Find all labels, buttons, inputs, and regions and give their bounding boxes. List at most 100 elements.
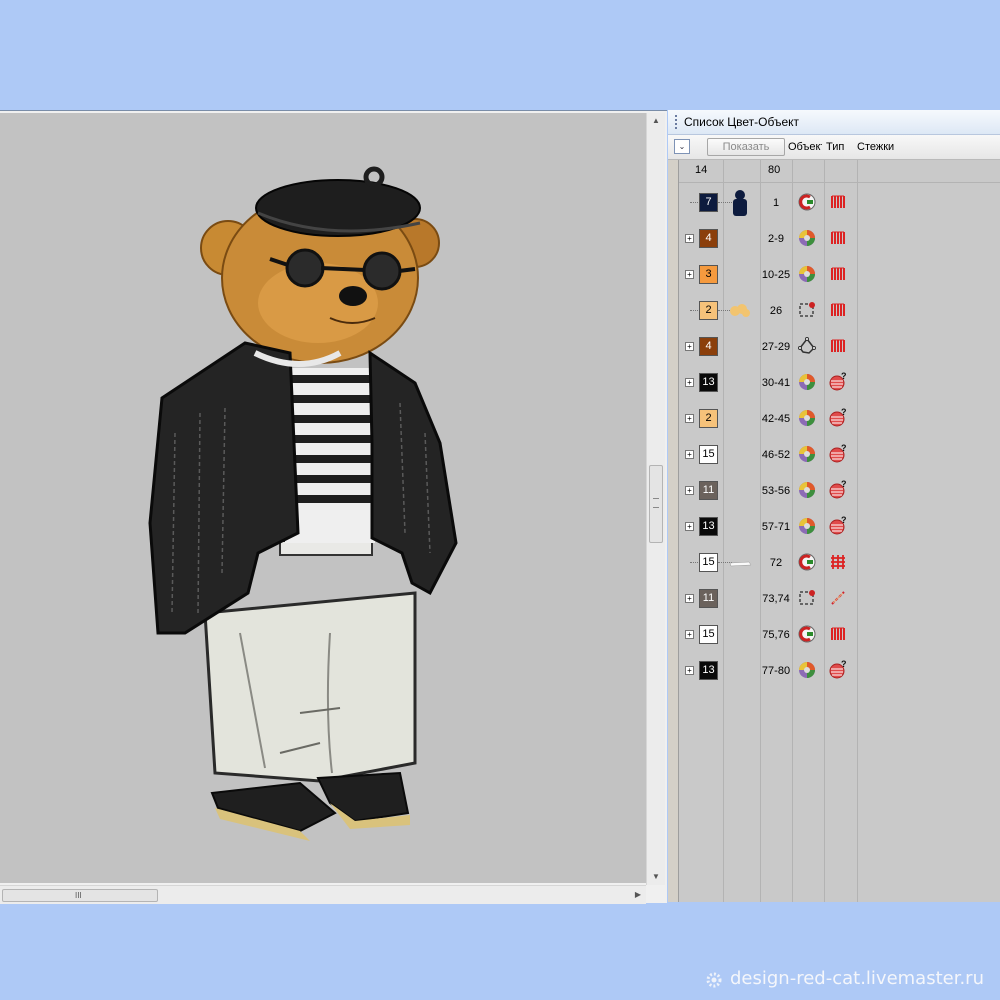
color-swatch[interactable]: 11 [699,481,718,500]
satin-icon[interactable] [828,624,848,644]
mixed-fill-icon[interactable]: ? [828,516,848,536]
color-wheel-icon[interactable] [797,408,817,428]
color-wheel-icon[interactable] [797,372,817,392]
design-canvas[interactable] [0,113,646,883]
panel-toolbar: ⌄ Показать Объект Тип Стежки [668,135,1000,160]
square-stitch-icon[interactable] [797,588,817,608]
satin-icon[interactable] [828,336,848,356]
satin-icon[interactable] [828,264,848,284]
expand-icon[interactable]: + [685,522,694,531]
color-row[interactable]: +4 2-9 [679,221,1000,257]
expand-icon[interactable]: + [685,414,694,423]
color-object-list[interactable]: 14 80 7 1 +4 2-9 +3 10-25 2 26 +4 27-29 +13 30-41? +… [678,160,1000,902]
color-row[interactable]: 71 [679,185,1000,221]
color-row[interactable]: +13 57-71? [679,509,1000,545]
color-row[interactable]: +13 30-41? [679,365,1000,401]
mixed-fill-icon[interactable]: ? [828,372,848,392]
canvas-horizontal-scrollbar[interactable]: III ▶ [0,885,646,904]
color-swatch[interactable]: 2 [699,301,718,320]
mixed-fill-icon[interactable]: ? [828,660,848,680]
satin-icon[interactable] [828,192,848,212]
object-range: 42-45 [761,413,791,425]
color-swatch[interactable]: 4 [699,229,718,248]
square-stitch-icon[interactable] [797,300,817,320]
show-button[interactable]: Показать [707,138,785,156]
satin-icon[interactable] [828,300,848,320]
color-swatch[interactable]: 3 [699,265,718,284]
color-wheel-icon[interactable] [797,660,817,680]
gear-flower-icon [706,972,722,988]
color-row[interactable]: +3 10-25 [679,257,1000,293]
drag-grip-icon[interactable] [675,115,679,129]
scroll-right-arrow-icon[interactable]: ▶ [630,886,646,904]
expand-icon[interactable]: + [685,270,694,279]
mixed-fill-icon[interactable]: ? [828,444,848,464]
object-range: 46-52 [761,449,791,461]
canvas-vertical-scrollbar[interactable]: ▲ ▼ [646,113,665,885]
total-objects-count: 80 [768,164,781,176]
color-wheel-icon[interactable] [797,516,817,536]
expand-icon[interactable]: + [685,234,694,243]
satin-icon[interactable] [828,228,848,248]
mixed-fill-icon[interactable]: ? [828,408,848,428]
panel-title-bar[interactable]: Список Цвет-Объект [668,110,1000,135]
expand-icon[interactable]: + [685,666,694,675]
color-row[interactable]: +13 77-80? [679,653,1000,689]
color-row[interactable]: +4 27-29 [679,329,1000,365]
color-wheel-icon[interactable] [797,228,817,248]
color-swatch[interactable]: 4 [699,337,718,356]
color-swatch[interactable]: 15 [699,625,718,644]
color-swatch[interactable]: 2 [699,409,718,428]
object-preview-thumbnail [727,549,753,577]
color-swatch[interactable]: 11 [699,589,718,608]
expand-icon[interactable]: + [685,594,694,603]
tatami-icon[interactable] [828,552,848,572]
color-row[interactable]: +2 42-45? [679,401,1000,437]
mixed-fill-icon[interactable]: ? [828,480,848,500]
color-row[interactable]: +11 53-56? [679,473,1000,509]
color-swatch[interactable]: 15 [699,445,718,464]
object-preview-thumbnail [727,189,753,217]
expand-icon[interactable]: + [685,378,694,387]
color-swatch[interactable]: 13 [699,373,718,392]
expand-icon[interactable]: + [685,486,694,495]
total-colors-count: 14 [695,164,708,176]
color-swatch[interactable]: 13 [699,661,718,680]
horizontal-scroll-thumb[interactable]: III [2,889,158,902]
svg-text:?: ? [841,372,847,381]
color-swatch[interactable]: 7 [699,193,718,212]
object-range: 26 [769,305,783,317]
object-range: 57-71 [761,521,791,533]
appliqué-icon[interactable] [797,192,817,212]
expand-icon[interactable]: + [685,342,694,351]
column-header-stitches[interactable]: Стежки [857,141,894,153]
svg-text:?: ? [841,480,847,489]
color-row[interactable]: +15 46-52? [679,437,1000,473]
object-range: 53-56 [761,485,791,497]
object-range: 75,76 [762,629,790,641]
color-wheel-icon[interactable] [797,480,817,500]
scroll-down-arrow-icon[interactable]: ▼ [647,869,665,885]
appliqué-icon[interactable] [797,624,817,644]
color-wheel-icon[interactable] [797,264,817,284]
shape-outline-icon[interactable] [797,336,817,356]
color-row[interactable]: 15 72 [679,545,1000,581]
expand-icon[interactable]: + [685,630,694,639]
watermark-text: design-red-cat.livemaster.ru [730,968,984,989]
color-row[interactable]: +15 75,76 [679,617,1000,653]
color-swatch[interactable]: 13 [699,517,718,536]
column-header-object[interactable]: Объект [788,141,822,153]
color-row[interactable]: 2 26 [679,293,1000,329]
color-wheel-icon[interactable] [797,444,817,464]
running-stitch-icon[interactable] [828,588,848,608]
scroll-up-arrow-icon[interactable]: ▲ [647,113,665,129]
column-header-type[interactable]: Тип [826,141,844,153]
color-row[interactable]: +11 73,74 [679,581,1000,617]
collapse-all-button[interactable]: ⌄ [674,139,690,154]
object-range: 73,74 [762,593,790,605]
color-swatch[interactable]: 15 [699,553,718,572]
object-range: 10-25 [761,269,791,281]
expand-icon[interactable]: + [685,450,694,459]
appliqué-icon[interactable] [797,552,817,572]
vertical-scroll-thumb[interactable] [649,465,663,543]
